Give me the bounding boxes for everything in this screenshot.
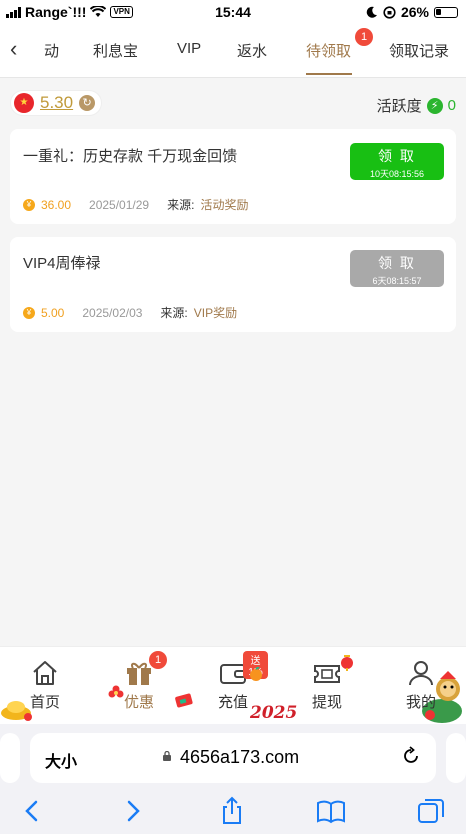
nav-promotions-badge: 1 (149, 651, 167, 669)
tab-pending[interactable]: 待领取 (306, 40, 351, 61)
home-icon (33, 661, 57, 685)
status-right: 26% (366, 4, 458, 20)
nav-profile[interactable]: 我的 (386, 647, 456, 717)
balance-value: 5.30 (40, 93, 74, 112)
status-bar: Range`!!! VPN 15:44 26% (0, 0, 466, 24)
prev-tab-edge[interactable] (0, 733, 20, 783)
orientation-lock-icon (383, 5, 396, 19)
activity-label: 活跃度 (376, 98, 422, 115)
nav-deposit-label: 充值 (217, 694, 248, 711)
reward-title: 一重礼：历史存款 千万现金回馈 (23, 148, 238, 165)
reward-card: 一重礼：历史存款 千万现金回馈 领 取 10天08:15:56 ¥ 36.00 … (10, 129, 456, 224)
next-tab-edge[interactable] (446, 733, 466, 783)
reward-source: VIP奖励 (193, 306, 238, 320)
bottom-nav: 2025 首页 优惠 1 充值 送1% 提现 我的 (0, 646, 466, 724)
moon-icon (366, 6, 377, 18)
refresh-icon[interactable]: ↻ (79, 95, 96, 111)
lantern-decoration-icon (341, 655, 353, 671)
activity-value: 0 (447, 97, 456, 114)
browser-toolbar (0, 790, 466, 834)
ticket-icon (314, 665, 340, 683)
reward-meta: ¥ 5.00 2025/02/03 来源: VIP奖励 (23, 304, 237, 321)
reward-source: 活动奖励 (200, 198, 249, 212)
back-icon[interactable] (17, 796, 47, 826)
claim-button-label: 领 取 (378, 148, 416, 164)
claim-countdown: 10天08:15:56 (369, 169, 425, 179)
bookmarks-icon[interactable] (316, 796, 346, 826)
lock-icon (163, 751, 171, 761)
claim-button[interactable]: 领 取 10天08:15:56 (350, 143, 444, 180)
nav-deposit[interactable]: 充值 送1% (198, 647, 268, 717)
share-icon[interactable] (217, 796, 247, 826)
nav-home-label: 首页 (29, 694, 60, 711)
claim-countdown: 6天08:15:57 (372, 276, 422, 286)
china-flag-icon: ★ (14, 93, 34, 113)
reward-amount: 36.00 (41, 197, 72, 212)
tab-pending-badge: 1 (355, 28, 373, 46)
tab-vip[interactable]: VIP (177, 40, 201, 57)
reward-card: VIP4周俸禄 领 取 6天08:15:57 ¥ 5.00 2025/02/03… (10, 237, 456, 332)
tab-activity[interactable]: 动 (44, 40, 59, 61)
balance-pill: ★ 5.30 ↻ (10, 90, 103, 116)
url-text: 4656a173.com (180, 747, 300, 767)
battery-icon (434, 6, 458, 18)
reward-meta: ¥ 36.00 2025/01/29 来源: 活动奖励 (23, 196, 248, 213)
tab-rebate[interactable]: 返水 (237, 40, 267, 61)
nav-promotions[interactable]: 优惠 1 (104, 647, 174, 717)
coin-icon: ¥ (23, 306, 35, 319)
active-tab-indicator (306, 73, 352, 75)
source-label: 来源: (160, 306, 188, 320)
red-envelope-decoration-icon (175, 693, 193, 708)
reward-amount: 5.00 (41, 305, 65, 320)
claim-button-label: 领 取 (378, 255, 416, 271)
claim-button-disabled[interactable]: 领 取 6天08:15:57 (350, 250, 444, 287)
activity-indicator: 活跃度 ⚡ 0 (377, 95, 456, 116)
tabs-icon[interactable] (416, 796, 446, 826)
source-label: 来源: (167, 198, 195, 212)
reward-date: 2025/01/29 (89, 197, 150, 212)
text-size-button[interactable]: 大小 (45, 748, 77, 772)
user-icon (409, 661, 433, 686)
reward-date: 2025/02/03 (82, 305, 143, 320)
battery-percent: 26% (400, 4, 429, 20)
reload-icon[interactable] (400, 745, 422, 767)
orange-decoration-icon (250, 667, 262, 681)
coin-icon: ¥ (23, 198, 35, 211)
lightning-icon: ⚡ (426, 97, 443, 114)
tab-bar: ‹ 动 利息宝 VIP 返水 待领取 1 领取记录 (0, 24, 466, 78)
address-bar[interactable]: 大小 4656a173.com (30, 733, 436, 783)
tab-claim-history[interactable]: 领取记录 (389, 40, 449, 61)
browser-url-area: 大小 4656a173.com (0, 724, 466, 790)
back-arrow-icon[interactable]: ‹ (10, 36, 17, 62)
nav-withdraw-label: 提现 (311, 694, 342, 711)
nav-profile-label: 我的 (405, 694, 436, 711)
reward-title: VIP4周俸禄 (23, 255, 101, 272)
tab-interest[interactable]: 利息宝 (93, 40, 138, 61)
forward-icon[interactable] (118, 796, 148, 826)
nav-promotions-label: 优惠 (123, 694, 154, 711)
nav-withdraw[interactable]: 提现 (292, 647, 362, 717)
nav-home[interactable]: 首页 (10, 647, 80, 717)
